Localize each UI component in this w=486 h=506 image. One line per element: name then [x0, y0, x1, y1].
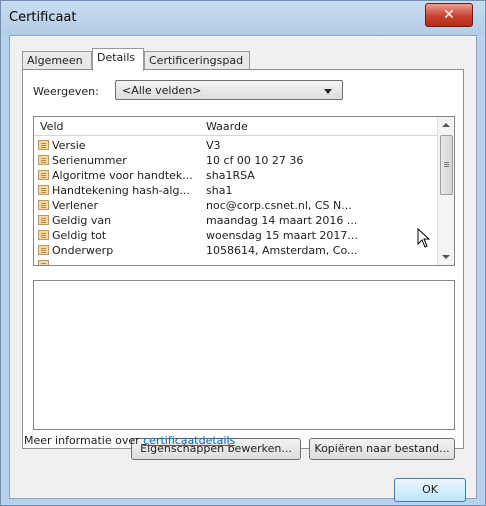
- show-label: Weergeven:: [33, 85, 99, 98]
- certificate-field-icon: [38, 185, 49, 195]
- copy-to-file-button[interactable]: Kopiëren naar bestand...: [309, 438, 455, 460]
- certificate-field-icon: [38, 200, 49, 210]
- tab-certificeringspad[interactable]: Certificeringspad: [144, 51, 250, 69]
- field-name: Verlener: [52, 199, 99, 212]
- certificate-field-icon: [38, 230, 49, 240]
- list-item[interactable]: Geldig van maandag 14 maart 2016 ...: [34, 213, 438, 228]
- list-item-partial[interactable]: [34, 258, 438, 265]
- window-title: Certificaat: [9, 10, 77, 25]
- list-item[interactable]: Onderwerp 1058614, Amsterdam, Co...: [34, 243, 438, 258]
- field-name: Versie: [52, 139, 86, 152]
- field-value: woensdag 15 maart 2017...: [206, 229, 358, 242]
- field-value: 1058614, Amsterdam, Co...: [206, 244, 358, 257]
- close-button[interactable]: ✕: [425, 3, 473, 27]
- tab-details[interactable]: Details: [92, 48, 144, 71]
- dialog-client-area: Algemeen Details Certificeringspad Weerg…: [9, 35, 477, 502]
- ok-button[interactable]: OK: [394, 478, 466, 502]
- show-selected-value: <Alle velden>: [122, 84, 202, 97]
- list-item[interactable]: Verlener noc@corp.csnet.nl, CS N...: [34, 198, 438, 213]
- certificate-field-icon: [38, 245, 49, 255]
- certificate-field-icon: [38, 155, 49, 165]
- column-header-value[interactable]: Waarde: [206, 120, 248, 133]
- field-value: sha1RSA: [206, 169, 255, 182]
- field-value: V3: [206, 139, 221, 152]
- field-name: Geldig van: [52, 214, 112, 227]
- column-header-field[interactable]: Veld: [40, 120, 63, 133]
- list-item[interactable]: Serienummer 10 cf 00 10 27 36: [34, 153, 438, 168]
- field-value: sha1: [206, 184, 233, 197]
- list-header: Veld Waarde: [34, 117, 438, 136]
- more-info: Meer informatie over certificaatdetails: [24, 434, 235, 447]
- field-name: Handtekening hash-alg...: [52, 184, 190, 197]
- details-tab-panel: Weergeven: <Alle velden> Veld Waarde Ver…: [22, 69, 464, 460]
- list-item[interactable]: Algoritme voor handtek... sha1RSA: [34, 168, 438, 183]
- list-scrollbar[interactable]: [437, 117, 454, 265]
- certificate-details-link[interactable]: certificaatdetails: [143, 434, 235, 447]
- field-name: Serienummer: [52, 154, 127, 167]
- field-name: Onderwerp: [52, 244, 114, 257]
- tab-algemeen[interactable]: Algemeen: [22, 51, 92, 69]
- close-icon: ✕: [443, 7, 455, 23]
- title-bar[interactable]: Certificaat ✕: [1, 1, 485, 35]
- chevron-down-icon: [324, 89, 332, 94]
- fields-list[interactable]: Veld Waarde Versie V3 Serienummer 10 cf …: [33, 116, 455, 266]
- field-name: Geldig tot: [52, 229, 107, 242]
- mouse-pointer-icon: [417, 228, 431, 248]
- certificate-field-icon: [38, 170, 49, 180]
- list-item[interactable]: Handtekening hash-alg... sha1: [34, 183, 438, 198]
- certificate-field-icon: [38, 260, 49, 265]
- field-name: Algoritme voor handtek...: [52, 169, 193, 182]
- scroll-down-icon[interactable]: [438, 249, 454, 265]
- field-value: maandag 14 maart 2016 ...: [206, 214, 358, 227]
- certificate-field-icon: [38, 140, 49, 150]
- more-info-prefix: Meer informatie over: [24, 434, 144, 447]
- scroll-thumb[interactable]: [440, 135, 453, 195]
- list-item[interactable]: Versie V3: [34, 138, 438, 153]
- field-value: 10 cf 00 10 27 36: [206, 154, 304, 167]
- field-value: noc@corp.csnet.nl, CS N...: [206, 199, 352, 212]
- certificate-field-icon: [38, 215, 49, 225]
- certificate-dialog: Certificaat ✕ Algemeen Details Certifice…: [0, 0, 486, 506]
- show-fields-dropdown[interactable]: <Alle velden>: [115, 80, 343, 100]
- field-details-text[interactable]: [33, 280, 455, 430]
- list-item[interactable]: Geldig tot woensdag 15 maart 2017...: [34, 228, 438, 243]
- scroll-up-icon[interactable]: [438, 117, 454, 133]
